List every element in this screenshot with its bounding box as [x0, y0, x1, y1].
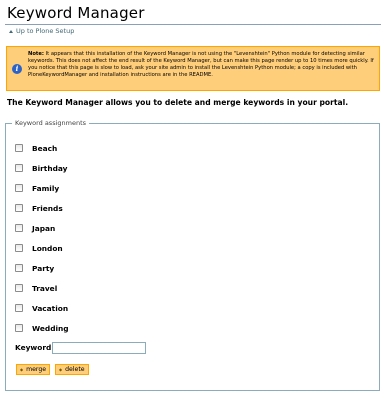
keyword-row-beach: Beach [15, 143, 57, 153]
keyword-label-travel: Travel [32, 283, 58, 293]
keyword-row-london: London [15, 243, 63, 253]
diamond-icon: ◆ [59, 367, 63, 372]
keyword-label-beach: Beach [32, 143, 58, 153]
keyword-checkbox-wedding[interactable] [15, 324, 23, 332]
up-link-label: Up to Plone Setup [16, 27, 75, 35]
keyword-checkbox-japan[interactable] [15, 224, 23, 232]
page-description: The Keyword Manager allows you to delete… [7, 98, 349, 107]
keyword-manager-page: Keyword Manager Up to Plone Setup i Note… [0, 0, 385, 400]
arrow-up-icon [9, 29, 13, 33]
note-body: It appears that this installation of the… [28, 51, 374, 78]
keyword-row-birthday: Birthday [15, 163, 67, 173]
keyword-row-family: Family [15, 183, 59, 193]
keyword-label-birthday: Birthday [32, 163, 68, 173]
delete-button-label: delete [65, 366, 85, 373]
keyword-checkbox-travel[interactable] [15, 284, 23, 292]
keyword-checkbox-party[interactable] [15, 264, 23, 272]
keyword-row-travel: Travel [15, 283, 57, 293]
page-title: Keyword Manager [7, 4, 145, 22]
merge-button-label: merge [26, 366, 47, 373]
keyword-checkbox-birthday[interactable] [15, 164, 23, 172]
keyword-checkbox-friends[interactable] [15, 204, 23, 212]
keyword-checkbox-family[interactable] [15, 184, 23, 192]
title-divider [5, 24, 381, 25]
keyword-label-wedding: Wedding [32, 323, 69, 333]
keyword-label-vacation: Vacation [32, 303, 69, 313]
diamond-icon: ◆ [20, 367, 24, 372]
up-to-plone-setup-link[interactable]: Up to Plone Setup [9, 27, 74, 35]
keyword-label-party: Party [32, 263, 55, 273]
levenshtein-note: i Note: It appears that this installatio… [6, 46, 380, 91]
keyword-row-wedding: Wedding [15, 323, 69, 333]
info-icon: i [12, 64, 22, 74]
keyword-input[interactable] [52, 342, 146, 354]
keyword-label-japan: Japan [32, 223, 56, 233]
keyword-label-friends: Friends [32, 203, 63, 213]
keyword-checkbox-vacation[interactable] [15, 304, 23, 312]
keyword-row-japan: Japan [15, 223, 55, 233]
keyword-field-label: Keyword [15, 343, 52, 352]
fieldset-legend: Keyword assignments [15, 119, 87, 127]
keyword-label-family: Family [32, 183, 60, 193]
keyword-label-london: London [32, 243, 63, 253]
keyword-row-party: Party [15, 263, 54, 273]
merge-button[interactable]: ◆ merge [16, 364, 50, 375]
keyword-checkbox-beach[interactable] [15, 144, 23, 152]
keyword-checkbox-london[interactable] [15, 244, 23, 252]
keyword-row-vacation: Vacation [15, 303, 68, 313]
note-text: Note: It appears that this installation … [28, 51, 376, 79]
keyword-row-friends: Friends [15, 203, 63, 213]
delete-button[interactable]: ◆ delete [55, 364, 89, 375]
note-prefix: Note: [28, 51, 44, 57]
